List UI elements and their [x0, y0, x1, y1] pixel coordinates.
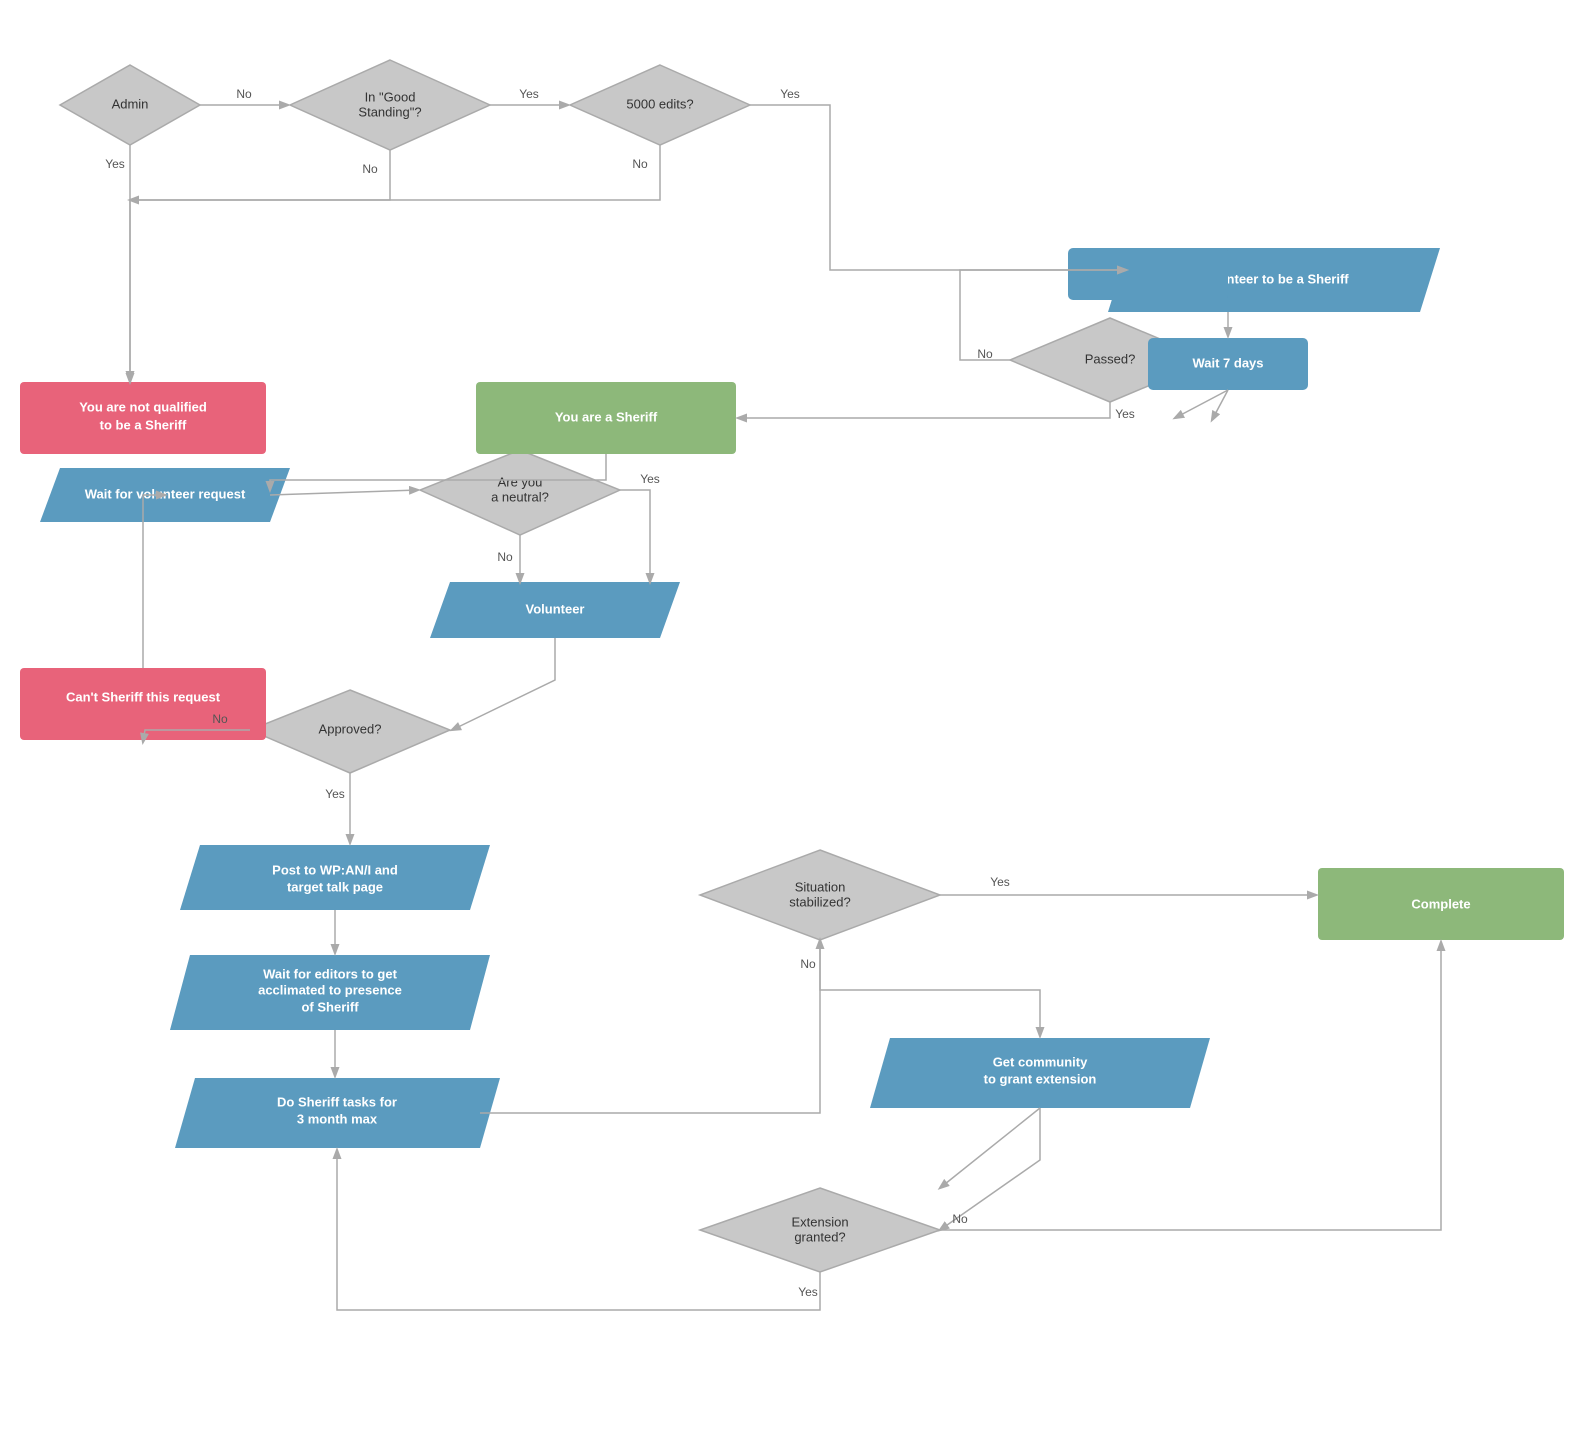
do-sheriff-text2: 3 month max	[297, 1111, 378, 1126]
volunteer-to-approved-arrow	[452, 638, 555, 730]
extension-label1: Extension	[791, 1214, 848, 1229]
situation-no-label: No	[800, 957, 816, 971]
situation-yes-label: Yes	[990, 875, 1010, 889]
passed-no-label: No	[977, 347, 993, 361]
admin-no-label: No	[236, 87, 252, 101]
wait-7-days-text: Wait 7 days	[1192, 355, 1263, 370]
extension-no-label: No	[952, 1212, 968, 1226]
edits-label: 5000 edits?	[626, 96, 693, 111]
neutral-no-label: No	[497, 550, 513, 564]
situation-label2: stabilized?	[789, 894, 850, 909]
extension-label2: granted?	[794, 1229, 845, 1244]
post-wp-box	[180, 845, 490, 910]
goodstanding-no-arrow	[130, 150, 390, 380]
cant-sheriff-text1: Can't Sheriff this request	[66, 689, 221, 704]
do-sheriff-text1: Do Sheriff tasks for	[277, 1094, 397, 1109]
neutral-yes-label: Yes	[640, 472, 660, 486]
approved-yes-label: Yes	[325, 787, 345, 801]
approved-label: Approved?	[319, 721, 382, 736]
neutral-label2: a neutral?	[491, 489, 549, 504]
edits-yes-arrow	[750, 105, 1126, 270]
passed-label: Passed?	[1085, 351, 1136, 366]
get-community-text2: to grant extension	[984, 1071, 1097, 1086]
extension-yes-label: Yes	[798, 1285, 818, 1299]
good-standing-label2: Standing"?	[358, 104, 421, 119]
wait-7-days-box	[1068, 248, 1228, 300]
admin-yes-label: Yes	[105, 157, 125, 171]
wait-editors-text2: acclimated to presence	[258, 982, 402, 997]
edits-no-label: No	[632, 157, 648, 171]
wait-to-neutral-arrow	[270, 490, 418, 495]
neutral-yes-arrow	[620, 490, 650, 582]
edits-no-arrow	[130, 145, 660, 200]
goodstanding-no-label: No	[362, 162, 378, 176]
neutral-label1: Are you	[498, 474, 543, 489]
admin-label: Admin	[112, 96, 149, 111]
goodstanding-yes-label: Yes	[519, 87, 539, 101]
you-are-sheriff-text: You are a Sheriff	[555, 409, 658, 424]
do-to-situation-arrow	[480, 940, 820, 1113]
wait-editors-text1: Wait for editors to get	[263, 966, 398, 981]
approved-no-label: No	[212, 712, 228, 726]
get-community-text1: Get community	[993, 1054, 1088, 1069]
post-wp-text2: target talk page	[287, 879, 383, 894]
passed-yes-label: Yes	[1115, 407, 1135, 421]
post-wp-text1: Post to WP:AN/I and	[272, 862, 398, 877]
volunteer-text: Volunteer	[526, 601, 585, 616]
wait-editors-text3: of Sheriff	[301, 999, 359, 1014]
good-standing-label: In "Good	[365, 89, 416, 104]
edits-yes-label: Yes	[780, 87, 800, 101]
passed-yes-arrow	[738, 402, 1110, 418]
not-qualified-text1: You are not qualified	[79, 399, 207, 414]
situation-label1: Situation	[795, 879, 846, 894]
getcommunity-to-extension-arrow	[940, 1108, 1040, 1188]
wait-volunteer-text: Wait for volunteer request	[85, 486, 246, 501]
not-qualified-text2: to be a Sheriff	[100, 417, 187, 432]
situation-no-arrow	[820, 940, 1040, 1036]
complete-text: Complete	[1411, 896, 1470, 911]
